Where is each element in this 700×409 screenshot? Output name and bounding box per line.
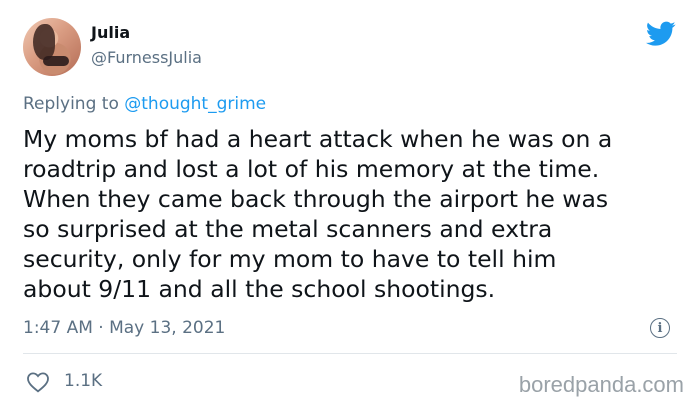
heart-icon[interactable] (26, 371, 50, 393)
watermark: boredpanda.com (518, 372, 684, 397)
info-glyph: i (657, 320, 663, 336)
tweet-timestamp[interactable]: 1:47 AM · May 13, 2021 (23, 318, 225, 338)
avatar[interactable] (23, 18, 81, 76)
like-count[interactable]: 1.1K (64, 371, 102, 391)
avatar-hair (33, 24, 55, 60)
reply-prefix: Replying to (23, 94, 119, 114)
tweet-text: My moms bf had a heart attack when he wa… (23, 125, 613, 303)
reply-mention-link[interactable]: @thought_grime (124, 94, 266, 114)
twitter-bird-icon[interactable] (646, 21, 676, 47)
info-icon[interactable]: i (650, 318, 670, 338)
divider (23, 353, 677, 354)
author-name[interactable]: Julia (91, 23, 130, 42)
avatar-clothing (43, 56, 69, 66)
reply-context: Replying to @thought_grime (23, 94, 266, 114)
author-handle[interactable]: @FurnessJulia (91, 48, 202, 67)
